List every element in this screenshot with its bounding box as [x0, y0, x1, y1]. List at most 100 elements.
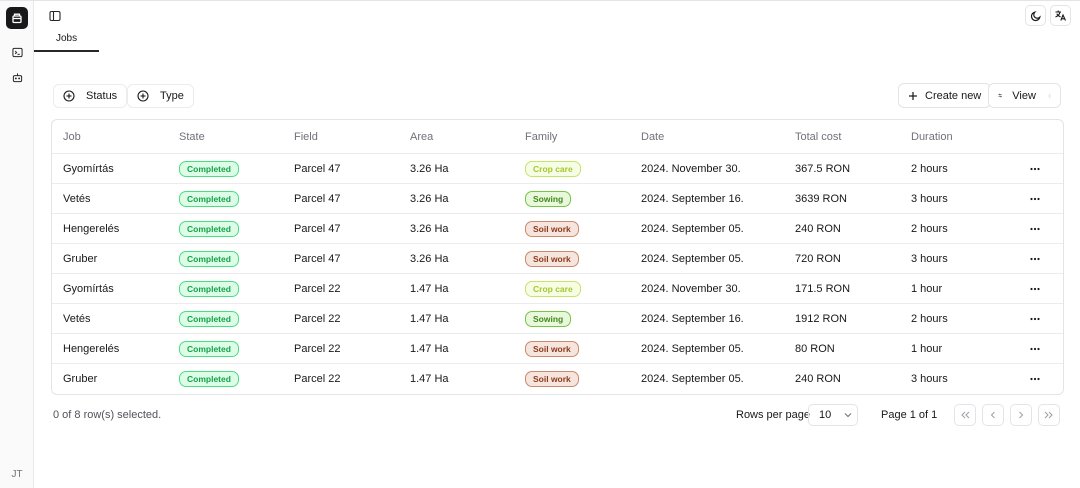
date-value: 2024. September 05. — [641, 222, 744, 235]
create-new-button[interactable]: Create new — [898, 83, 992, 108]
type-filter-label: Type — [160, 90, 184, 102]
panel-left-icon — [49, 10, 61, 22]
area-value: 1.47 Ha — [410, 312, 449, 325]
next-page-button[interactable] — [1010, 404, 1032, 426]
family-badge: Crop care — [525, 280, 581, 297]
last-page-button[interactable] — [1038, 404, 1060, 426]
area-cell: 1.47 Ha — [410, 304, 449, 333]
sidebar-item-terminal[interactable] — [9, 44, 25, 60]
table-row[interactable]: Gruber Completed Parcel 22 1.47 Ha Soil work… — [52, 364, 1063, 394]
field-name: Parcel 22 — [294, 312, 341, 325]
status-filter-button[interactable]: Status — [53, 84, 128, 108]
total-cost-value: 3639 RON — [795, 192, 847, 205]
duration-value: 2 hours — [911, 312, 948, 325]
row-actions-button[interactable] — [1030, 214, 1040, 243]
column-header-date[interactable]: Date — [641, 120, 664, 153]
column-header-area[interactable]: Area — [410, 120, 433, 153]
family-cell: Soil work — [525, 244, 579, 273]
table-row[interactable]: Hengerelés Completed Parcel 22 1.47 Ha Soil … — [52, 334, 1063, 364]
job-name: Gruber — [63, 373, 98, 385]
column-header-field[interactable]: Field — [294, 120, 318, 153]
job-name: Hengerelés — [63, 342, 120, 355]
family-cell: Soil work — [525, 334, 579, 363]
family-cell: Crop care — [525, 154, 581, 183]
family-cell: Sowing — [525, 184, 572, 213]
row-actions-button[interactable] — [1030, 184, 1040, 213]
field-name: Parcel 22 — [294, 282, 341, 295]
state-badge: Completed — [179, 310, 239, 327]
area-value: 3.26 Ha — [410, 252, 449, 265]
field-cell: Parcel 22 — [294, 334, 340, 363]
total-cost-value: 720 RON — [795, 252, 841, 265]
selection-count: 0 of 8 row(s) selected. — [53, 409, 162, 421]
avatar[interactable]: JT — [6, 463, 28, 485]
family-cell: Soil work — [525, 364, 579, 394]
previous-page-button[interactable] — [982, 404, 1004, 426]
first-page-button[interactable] — [954, 404, 976, 426]
state-badge: Completed — [179, 190, 239, 207]
column-header-state[interactable]: State — [179, 120, 205, 153]
jobs-table: Job State Field Area Family Date Total c… — [51, 119, 1064, 395]
sliders-icon — [998, 93, 1002, 98]
chevrons-left-icon — [961, 411, 970, 419]
duration-value: 3 hours — [911, 252, 948, 265]
family-cell: Soil work — [525, 214, 579, 243]
area-value: 1.47 Ha — [410, 373, 449, 385]
row-actions-button[interactable] — [1030, 274, 1040, 303]
avatar-initials: JT — [11, 468, 23, 480]
area-cell: 3.26 Ha — [410, 214, 449, 243]
date-cell: 2024. September 16. — [641, 184, 744, 213]
sidebar-item-bot[interactable] — [9, 69, 25, 85]
family-badge: Soil work — [525, 220, 579, 237]
date-value: 2024. September 16. — [641, 312, 744, 325]
state-badge: Completed — [179, 371, 239, 387]
column-header-duration[interactable]: Duration — [911, 120, 953, 153]
column-header-total-cost[interactable]: Total cost — [795, 120, 841, 153]
table-row[interactable]: Vetés Completed Parcel 47 3.26 Ha Sowing 2024… — [52, 184, 1063, 214]
date-value: 2024. September 16. — [641, 192, 744, 205]
field-name: Parcel 47 — [294, 162, 341, 175]
theme-toggle-button[interactable] — [1025, 5, 1046, 26]
family-badge: Soil work — [525, 250, 579, 267]
table-row[interactable]: Gyomírtás Completed Parcel 47 3.26 Ha Crop c… — [52, 154, 1063, 184]
job-name: Vetés — [63, 192, 91, 205]
job-name-cell: Vetés — [63, 184, 91, 213]
table-row[interactable]: Gruber Completed Parcel 47 3.26 Ha Soil work… — [52, 244, 1063, 274]
view-options-button[interactable]: View — [988, 83, 1061, 108]
duration-cell: 3 hours — [911, 364, 948, 394]
area-cell: 1.47 Ha — [410, 334, 449, 363]
row-actions-button[interactable] — [1030, 304, 1040, 333]
duration-cell: 3 hours — [911, 244, 948, 273]
language-button[interactable] — [1050, 5, 1071, 26]
tab-jobs[interactable]: Jobs — [34, 30, 100, 52]
row-actions-button[interactable] — [1030, 334, 1040, 363]
more-horizontal-icon — [1030, 227, 1040, 230]
type-filter-button[interactable]: Type — [127, 84, 194, 108]
row-actions-button[interactable] — [1030, 154, 1040, 183]
rows-per-page-label: Rows per page — [736, 409, 810, 421]
date-value: 2024. November 30. — [641, 162, 741, 175]
field-name: Parcel 22 — [294, 373, 341, 385]
more-horizontal-icon — [1030, 317, 1040, 320]
sidebar-toggle-button[interactable] — [47, 8, 63, 24]
languages-icon — [1055, 10, 1067, 21]
total-cost-value: 1912 RON — [795, 312, 847, 325]
state-badge: Completed — [179, 250, 239, 267]
chevron-left-icon — [990, 411, 995, 419]
job-name-cell: Gyomírtás — [63, 274, 114, 303]
field-cell: Parcel 22 — [294, 304, 340, 333]
table-body: Gyomírtás Completed Parcel 47 3.26 Ha Crop c… — [52, 154, 1063, 394]
row-actions-button[interactable] — [1030, 244, 1040, 273]
table-row[interactable]: Gyomírtás Completed Parcel 22 1.47 Ha Crop c… — [52, 274, 1063, 304]
row-actions-button[interactable] — [1030, 364, 1040, 394]
table-row[interactable]: Vetés Completed Parcel 22 1.47 Ha Sowing 2024… — [52, 304, 1063, 334]
app-logo[interactable] — [6, 7, 28, 29]
column-header-job[interactable]: Job — [63, 120, 81, 153]
job-name-cell: Hengerelés — [63, 334, 119, 363]
table-row[interactable]: Hengerelés Completed Parcel 47 3.26 Ha Soil … — [52, 214, 1063, 244]
duration-cell: 2 hours — [911, 154, 948, 183]
column-header-family[interactable]: Family — [525, 120, 557, 153]
duration-value: 3 hours — [911, 192, 948, 205]
rows-per-page-select[interactable]: 10 — [808, 404, 858, 426]
job-name: Gyomírtás — [63, 162, 114, 175]
